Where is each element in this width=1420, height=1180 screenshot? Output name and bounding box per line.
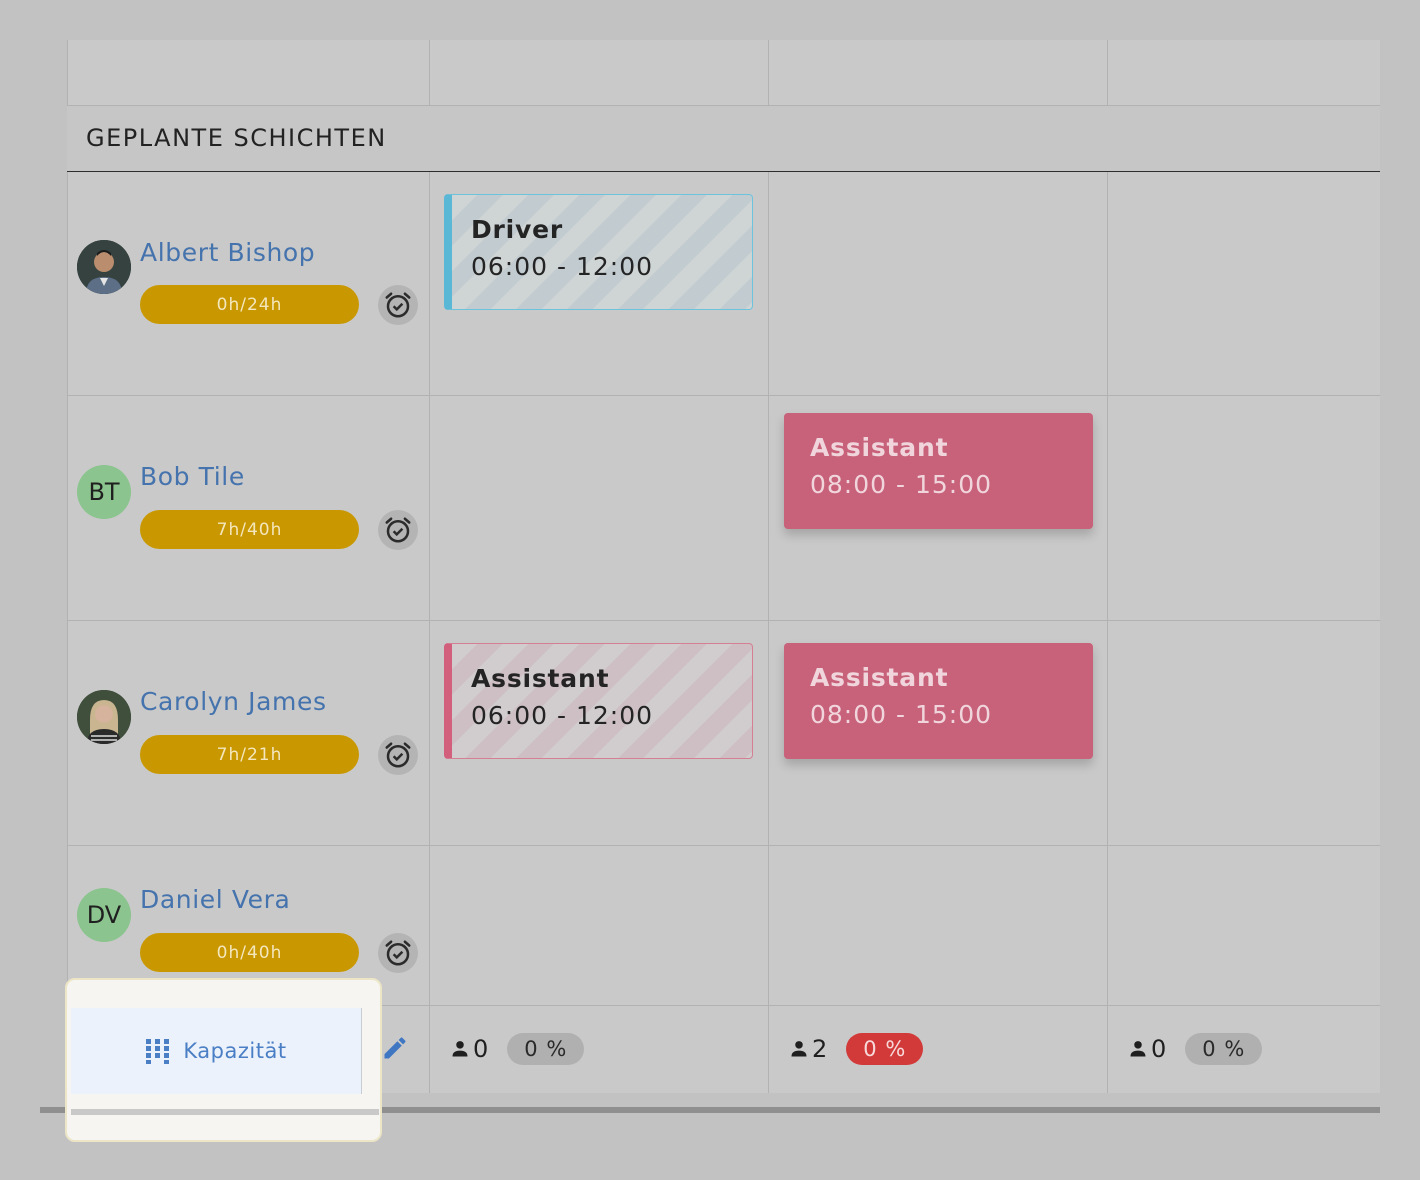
capacity-percent-badge: 0 % bbox=[846, 1033, 924, 1065]
shift-time: 08:00 - 15:00 bbox=[810, 470, 993, 499]
capacity-popover: Kapazität bbox=[65, 978, 382, 1142]
staff-count: 0 bbox=[450, 1035, 488, 1063]
alarm-check-icon bbox=[385, 940, 411, 966]
hours-badge: 7h/40h bbox=[140, 510, 359, 549]
staff-count-value: 2 bbox=[812, 1035, 828, 1063]
employee-row: BT Bob Tile 7h/40h bbox=[67, 396, 429, 620]
capacity-summary: 0 0 % bbox=[1128, 1005, 1263, 1093]
hours-badge: 0h/24h bbox=[140, 285, 359, 324]
hours-badge: 0h/40h bbox=[140, 933, 359, 972]
person-icon bbox=[791, 1041, 807, 1057]
person-icon bbox=[1130, 1041, 1146, 1057]
capacity-button[interactable]: Kapazität bbox=[71, 1008, 362, 1094]
person-photo-icon bbox=[77, 240, 131, 294]
staff-count: 2 bbox=[789, 1035, 827, 1063]
shift-time: 06:00 - 12:00 bbox=[471, 701, 654, 730]
avatar: BT bbox=[77, 465, 131, 519]
alarm-check-icon bbox=[385, 742, 411, 768]
schedule-grid: GEPLANTE SCHICHTEN Albert Bishop 0h/24h bbox=[67, 40, 1380, 1093]
grid-line bbox=[1107, 40, 1108, 1093]
grid-dots-icon bbox=[146, 1039, 170, 1064]
capacity-summary: 2 0 % bbox=[789, 1005, 924, 1093]
shift-time: 08:00 - 15:00 bbox=[810, 700, 993, 729]
person-icon bbox=[452, 1041, 468, 1057]
hours-badge: 7h/21h bbox=[140, 735, 359, 774]
pencil-icon bbox=[384, 1037, 406, 1059]
shift-role: Assistant bbox=[810, 663, 949, 692]
person-photo-icon bbox=[77, 690, 131, 744]
shift-card[interactable]: Assistant 06:00 - 12:00 bbox=[444, 643, 753, 759]
avatar bbox=[77, 240, 131, 294]
grid-line bbox=[429, 40, 430, 1093]
employee-row: Albert Bishop 0h/24h bbox=[67, 172, 429, 395]
avatar: DV bbox=[77, 888, 131, 942]
shift-card[interactable]: Assistant 08:00 - 15:00 bbox=[784, 413, 1093, 529]
staff-count: 0 bbox=[1128, 1035, 1166, 1063]
capacity-summary: 0 0 % bbox=[450, 1005, 585, 1093]
availability-button[interactable] bbox=[378, 285, 418, 325]
section-header: GEPLANTE SCHICHTEN bbox=[67, 105, 1380, 172]
capacity-percent-badge: 0 % bbox=[1185, 1033, 1263, 1065]
shift-role: Assistant bbox=[471, 664, 610, 693]
staff-count-value: 0 bbox=[1151, 1035, 1167, 1063]
employee-name-link[interactable]: Bob Tile bbox=[140, 462, 245, 491]
staff-count-value: 0 bbox=[473, 1035, 489, 1063]
shift-card[interactable]: Driver 06:00 - 12:00 bbox=[444, 194, 753, 310]
alarm-check-icon bbox=[385, 517, 411, 543]
grid-line bbox=[768, 40, 769, 1093]
availability-button[interactable] bbox=[378, 735, 418, 775]
shift-role: Driver bbox=[471, 215, 564, 244]
alarm-check-icon bbox=[385, 292, 411, 318]
capacity-percent-badge: 0 % bbox=[507, 1033, 585, 1065]
popover-scrollbar[interactable] bbox=[71, 1109, 379, 1115]
avatar bbox=[77, 690, 131, 744]
shift-role: Assistant bbox=[810, 433, 949, 462]
shift-time: 06:00 - 12:00 bbox=[471, 252, 654, 281]
availability-button[interactable] bbox=[378, 510, 418, 550]
employee-row: Carolyn James 7h/21h bbox=[67, 621, 429, 845]
section-title: GEPLANTE SCHICHTEN bbox=[86, 124, 387, 152]
employee-name-link[interactable]: Carolyn James bbox=[140, 687, 327, 716]
employee-name-link[interactable]: Albert Bishop bbox=[140, 238, 315, 267]
edit-capacity-button[interactable] bbox=[381, 1034, 409, 1066]
shift-card[interactable]: Assistant 08:00 - 15:00 bbox=[784, 643, 1093, 759]
employee-name-link[interactable]: Daniel Vera bbox=[140, 885, 290, 914]
availability-button[interactable] bbox=[378, 933, 418, 973]
capacity-label: Kapazität bbox=[183, 1039, 287, 1063]
